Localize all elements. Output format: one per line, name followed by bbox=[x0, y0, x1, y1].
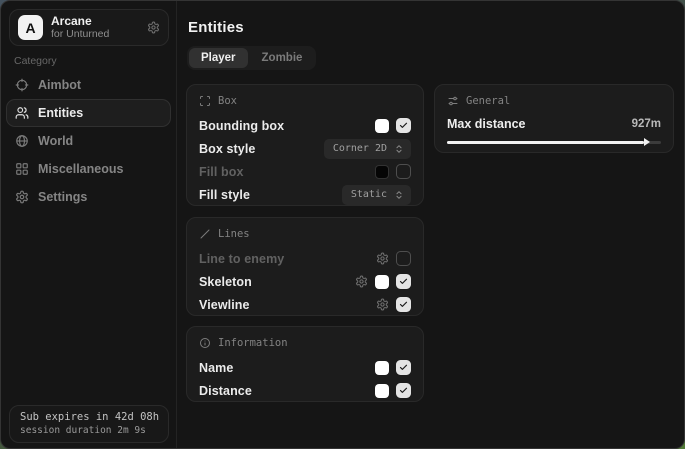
viewline-settings-icon[interactable] bbox=[376, 298, 389, 311]
brand-settings-icon[interactable] bbox=[147, 21, 160, 34]
color-swatch[interactable] bbox=[375, 384, 389, 398]
sidebar-nav: Aimbot Entities World Miscellaneous Sett… bbox=[6, 71, 171, 211]
skeleton-settings-icon[interactable] bbox=[355, 275, 368, 288]
sliders-icon bbox=[447, 95, 459, 107]
distance-checkbox[interactable] bbox=[396, 383, 411, 398]
color-swatch[interactable] bbox=[375, 275, 389, 289]
setting-row-max-distance: Max distance 927m bbox=[447, 114, 661, 134]
tab-player[interactable]: Player bbox=[189, 48, 248, 68]
lines-card: Lines Line to enemy Skeleton Viewline bbox=[186, 217, 424, 316]
information-card: Information Name Distance bbox=[186, 326, 424, 402]
setting-row-name: Name bbox=[199, 356, 411, 379]
gear-icon bbox=[15, 190, 29, 204]
subscription-info-card: Sub expires in 42d 08h session duration … bbox=[9, 405, 169, 443]
grid-icon bbox=[15, 162, 29, 176]
general-card: General Max distance 927m bbox=[434, 84, 674, 153]
setting-row-box-style: Box style Corner 2D bbox=[199, 137, 411, 160]
entity-tabs: Player Zombie bbox=[187, 46, 316, 70]
fill-style-dropdown[interactable]: Static bbox=[342, 185, 411, 205]
max-distance-slider[interactable] bbox=[447, 137, 661, 147]
bounding-box-checkbox[interactable] bbox=[396, 118, 411, 133]
setting-row-fill-style: Fill style Static bbox=[199, 183, 411, 206]
sidebar-item-aimbot[interactable]: Aimbot bbox=[6, 71, 171, 99]
diagonal-line-icon bbox=[199, 228, 211, 240]
chevrons-up-down-icon bbox=[394, 190, 404, 200]
sidebar-item-miscellaneous[interactable]: Miscellaneous bbox=[6, 155, 171, 183]
sidebar-item-label: Aimbot bbox=[38, 78, 81, 92]
fill-box-checkbox[interactable] bbox=[396, 164, 411, 179]
card-header-label: General bbox=[466, 95, 510, 107]
brand-name: Arcane bbox=[51, 15, 139, 29]
tab-zombie[interactable]: Zombie bbox=[250, 48, 315, 68]
setting-row-skeleton: Skeleton bbox=[199, 270, 411, 293]
globe-icon bbox=[15, 134, 29, 148]
card-header-label: Information bbox=[218, 337, 288, 349]
card-header-label: Lines bbox=[218, 228, 250, 240]
sidebar-item-label: Settings bbox=[38, 190, 87, 204]
information-icon bbox=[199, 337, 211, 349]
box-corners-icon bbox=[199, 95, 211, 107]
box-style-dropdown[interactable]: Corner 2D bbox=[324, 139, 411, 159]
color-swatch[interactable] bbox=[375, 361, 389, 375]
viewline-checkbox[interactable] bbox=[396, 297, 411, 312]
line-to-enemy-settings-icon[interactable] bbox=[376, 252, 389, 265]
brand-logo: A bbox=[18, 15, 43, 40]
box-card: Box Bounding box Box style Corner 2D Fil… bbox=[186, 84, 424, 206]
sub-expiry-text: Sub expires in 42d 08h bbox=[20, 411, 158, 423]
max-distance-value: 927m bbox=[632, 118, 661, 130]
chevrons-up-down-icon bbox=[394, 144, 404, 154]
setting-row-distance: Distance bbox=[199, 379, 411, 402]
setting-row-viewline: Viewline bbox=[199, 293, 411, 316]
slider-fill bbox=[447, 141, 644, 144]
sidebar: A Arcane for Unturned Category Aimbot En… bbox=[1, 1, 177, 448]
skeleton-checkbox[interactable] bbox=[396, 274, 411, 289]
session-duration-text: session duration 2m 9s bbox=[20, 425, 158, 436]
sidebar-item-label: World bbox=[38, 134, 73, 148]
page-title: Entities bbox=[188, 19, 244, 36]
name-checkbox[interactable] bbox=[396, 360, 411, 375]
card-header-label: Box bbox=[218, 95, 237, 107]
sidebar-item-label: Miscellaneous bbox=[38, 162, 123, 176]
brand-card: A Arcane for Unturned bbox=[9, 9, 169, 46]
sidebar-item-label: Entities bbox=[38, 106, 83, 120]
sidebar-item-entities[interactable]: Entities bbox=[6, 99, 171, 127]
entities-icon bbox=[15, 106, 29, 120]
setting-row-bounding-box: Bounding box bbox=[199, 114, 411, 137]
category-label: Category bbox=[14, 55, 57, 67]
line-to-enemy-checkbox[interactable] bbox=[396, 251, 411, 266]
sidebar-item-world[interactable]: World bbox=[6, 127, 171, 155]
sidebar-item-settings[interactable]: Settings bbox=[6, 183, 171, 211]
setting-row-line-to-enemy: Line to enemy bbox=[199, 247, 411, 270]
app-window: A Arcane for Unturned Category Aimbot En… bbox=[0, 0, 685, 449]
color-swatch[interactable] bbox=[375, 165, 389, 179]
setting-row-fill-box: Fill box bbox=[199, 160, 411, 183]
brand-subtitle: for Unturned bbox=[51, 28, 139, 40]
color-swatch[interactable] bbox=[375, 119, 389, 133]
crosshair-icon bbox=[15, 78, 29, 92]
